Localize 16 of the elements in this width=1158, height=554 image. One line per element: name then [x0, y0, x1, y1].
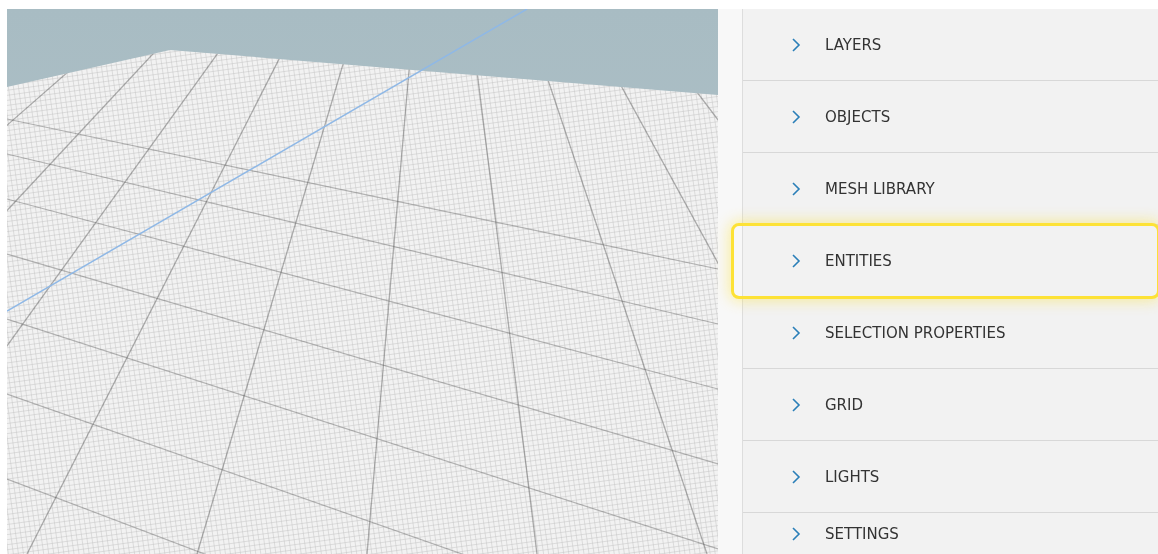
section-header[interactable]: LIGHTS	[743, 441, 1158, 513]
chevron-icon	[791, 324, 801, 341]
section-header[interactable]: MESH LIBRARY	[743, 153, 1158, 225]
section-header[interactable]: SELECTION PROPERTIES	[743, 297, 1158, 369]
chevron-icon	[791, 252, 801, 269]
chevron-icon	[791, 468, 801, 485]
section-header[interactable]: LAYERS	[743, 9, 1158, 81]
chevron-icon	[791, 180, 801, 197]
section-header[interactable]: GRID	[743, 369, 1158, 441]
chevron-icon	[791, 396, 801, 413]
section-header[interactable]: OBJECTS	[743, 81, 1158, 153]
section-header[interactable]: SETTINGS	[743, 513, 1158, 554]
chevron-icon	[791, 36, 801, 53]
chevron-icon	[791, 525, 801, 542]
chevron-icon	[791, 108, 801, 125]
section-header[interactable]: ENTITIES	[733, 225, 1158, 297]
